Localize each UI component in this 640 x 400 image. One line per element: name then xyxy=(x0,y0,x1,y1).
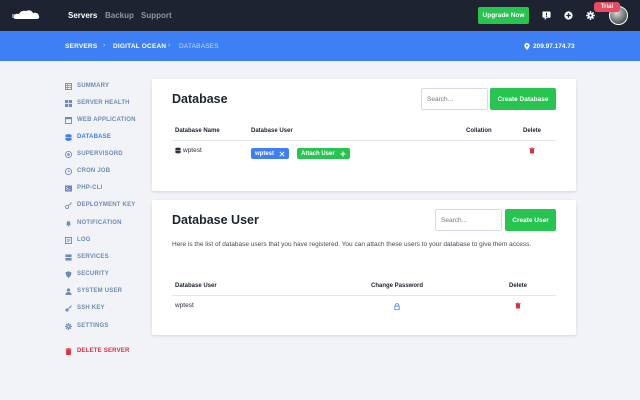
bell-icon xyxy=(66,220,71,227)
breadcrumb-databases: DATABASES xyxy=(179,43,219,50)
sidebar-item-ssh-key[interactable]: SSH KEY xyxy=(65,303,105,313)
trash-icon xyxy=(65,347,72,355)
database-user-name: wptest xyxy=(175,302,194,309)
sidebar-item-label: LOG xyxy=(77,237,91,243)
database-icon xyxy=(65,133,72,141)
sidebar-item-server-health[interactable]: SERVER HEALTH xyxy=(65,98,130,108)
column-header-delete: Delete xyxy=(509,283,528,289)
sidebar-item-label: SYSTEM USER xyxy=(77,288,123,294)
sidebar-item-php-cli[interactable]: PHP-CLI xyxy=(65,183,102,193)
delete-server-label: DELETE SERVER xyxy=(77,348,130,354)
sidebar-item-label: SUMMARY xyxy=(77,83,110,89)
plus-circle-icon[interactable] xyxy=(564,11,573,20)
sidebar-item-settings[interactable]: SETTINGS xyxy=(65,321,109,331)
database-user-description: Here is the list of database users that … xyxy=(172,241,532,248)
delete-server-button[interactable]: DELETE SERVER xyxy=(65,346,130,356)
shield-icon xyxy=(65,270,72,278)
column-header-change-password: Change Password xyxy=(371,283,424,289)
ssh-key-icon xyxy=(65,304,72,312)
nav-backup[interactable]: Backup xyxy=(105,11,134,20)
sidebar-item-deployment-key[interactable]: DEPLOYMENT KEY xyxy=(65,200,135,210)
settings-icon xyxy=(65,322,72,330)
list-icon xyxy=(65,236,72,244)
attach-user-button[interactable]: Attach User xyxy=(297,148,350,159)
location-pin-icon xyxy=(524,43,530,50)
breadcrumb-separator: › xyxy=(103,42,106,49)
server-ip-value: 209.97.174.73 xyxy=(533,43,575,50)
breadcrumb: SERVERS › DIGITAL OCEAN › DATABASES 209.… xyxy=(0,31,640,61)
database-icon xyxy=(175,147,181,154)
database-user-card-title: Database User xyxy=(172,213,259,227)
message-icon[interactable] xyxy=(542,11,551,20)
table-divider xyxy=(172,140,556,141)
key-icon xyxy=(65,201,72,209)
trash-icon[interactable] xyxy=(529,147,535,154)
breadcrumb-digital-ocean[interactable]: DIGITAL OCEAN xyxy=(113,43,166,50)
sidebar-item-summary[interactable]: SUMMARY xyxy=(65,81,109,91)
sidebar-item-label: SSH KEY xyxy=(77,305,105,311)
nav-servers[interactable]: Servers xyxy=(68,11,97,20)
sidebar-item-services[interactable]: SERVICES xyxy=(65,252,109,262)
sidebar-item-label: PHP-CLI xyxy=(77,185,103,191)
clock-icon xyxy=(65,167,72,175)
top-navbar: Servers Backup Support Upgrade Now Trial xyxy=(0,0,640,31)
user-icon xyxy=(65,287,72,295)
column-header-database-user: Database User xyxy=(175,283,217,289)
column-header-collation: Collation xyxy=(466,128,492,134)
sidebar-item-label: SERVER HEALTH xyxy=(77,100,130,106)
window-icon xyxy=(65,116,72,124)
sidebar-item-label: SERVICES xyxy=(77,254,109,260)
close-icon[interactable] xyxy=(279,150,285,157)
column-header-database-name: Database Name xyxy=(175,128,220,134)
sidebar-item-label: WEB APPLICATION xyxy=(77,117,136,123)
nav-support[interactable]: Support xyxy=(141,11,172,20)
sidebar-item-system-user[interactable]: SYSTEM USER xyxy=(65,286,122,296)
create-database-button[interactable]: Create Database xyxy=(490,88,556,110)
sidebar-item-label: SECURITY xyxy=(77,271,109,277)
sidebar-item-supervisord[interactable]: SUPERVISORD xyxy=(65,149,123,159)
attach-user-label: Attach User xyxy=(301,150,335,157)
breadcrumb-servers[interactable]: SERVERS xyxy=(65,43,97,50)
terminal-icon xyxy=(65,184,72,192)
breadcrumb-separator: › xyxy=(168,42,171,49)
trial-badge: Trial xyxy=(594,2,620,12)
sidebar-item-label: NOTIFICATION xyxy=(77,220,122,226)
trash-icon[interactable] xyxy=(515,302,521,309)
user-search-input[interactable] xyxy=(435,209,502,231)
column-header-database-user: Database User xyxy=(251,128,293,134)
sidebar-item-label: SUPERVISORD xyxy=(77,151,123,157)
sidebar-item-label: SETTINGS xyxy=(77,323,109,329)
sidebar-item-log[interactable]: LOG xyxy=(65,235,91,245)
column-header-delete: Delete xyxy=(523,128,542,134)
database-user-tag: wptest xyxy=(251,148,290,159)
sidebar-item-label: CRON JOB xyxy=(77,168,111,174)
upgrade-now-button[interactable]: Upgrade Now xyxy=(478,7,529,24)
services-icon xyxy=(65,253,72,261)
database-search-input[interactable] xyxy=(421,88,488,110)
grid-icon xyxy=(65,99,72,107)
table-icon xyxy=(65,82,72,90)
sidebar-item-database[interactable]: DATABASE xyxy=(65,132,111,142)
cloud-logo-icon[interactable] xyxy=(12,8,42,23)
database-name[interactable]: wptest xyxy=(183,147,202,154)
server-ip: 209.97.174.73 xyxy=(524,43,575,50)
database-card-title: Database xyxy=(172,92,228,106)
sidebar-item-label: DATABASE xyxy=(77,134,112,140)
lock-icon[interactable] xyxy=(394,303,400,310)
gear-icon[interactable] xyxy=(586,11,595,20)
sidebar-item-cron-job[interactable]: CRON JOB xyxy=(65,166,110,176)
sidebar-item-security[interactable]: SECURITY xyxy=(65,269,109,279)
sidebar-item-notification[interactable]: NOTIFICATION xyxy=(65,218,122,228)
create-user-button[interactable]: Create User xyxy=(505,209,556,231)
database-user-tag-label: wptest xyxy=(255,150,275,157)
table-divider xyxy=(172,295,556,296)
supervisor-icon xyxy=(65,150,72,158)
plus-icon xyxy=(340,151,346,156)
sidebar-item-web-application[interactable]: WEB APPLICATION xyxy=(65,115,136,125)
sidebar-item-label: DEPLOYMENT KEY xyxy=(77,202,136,208)
